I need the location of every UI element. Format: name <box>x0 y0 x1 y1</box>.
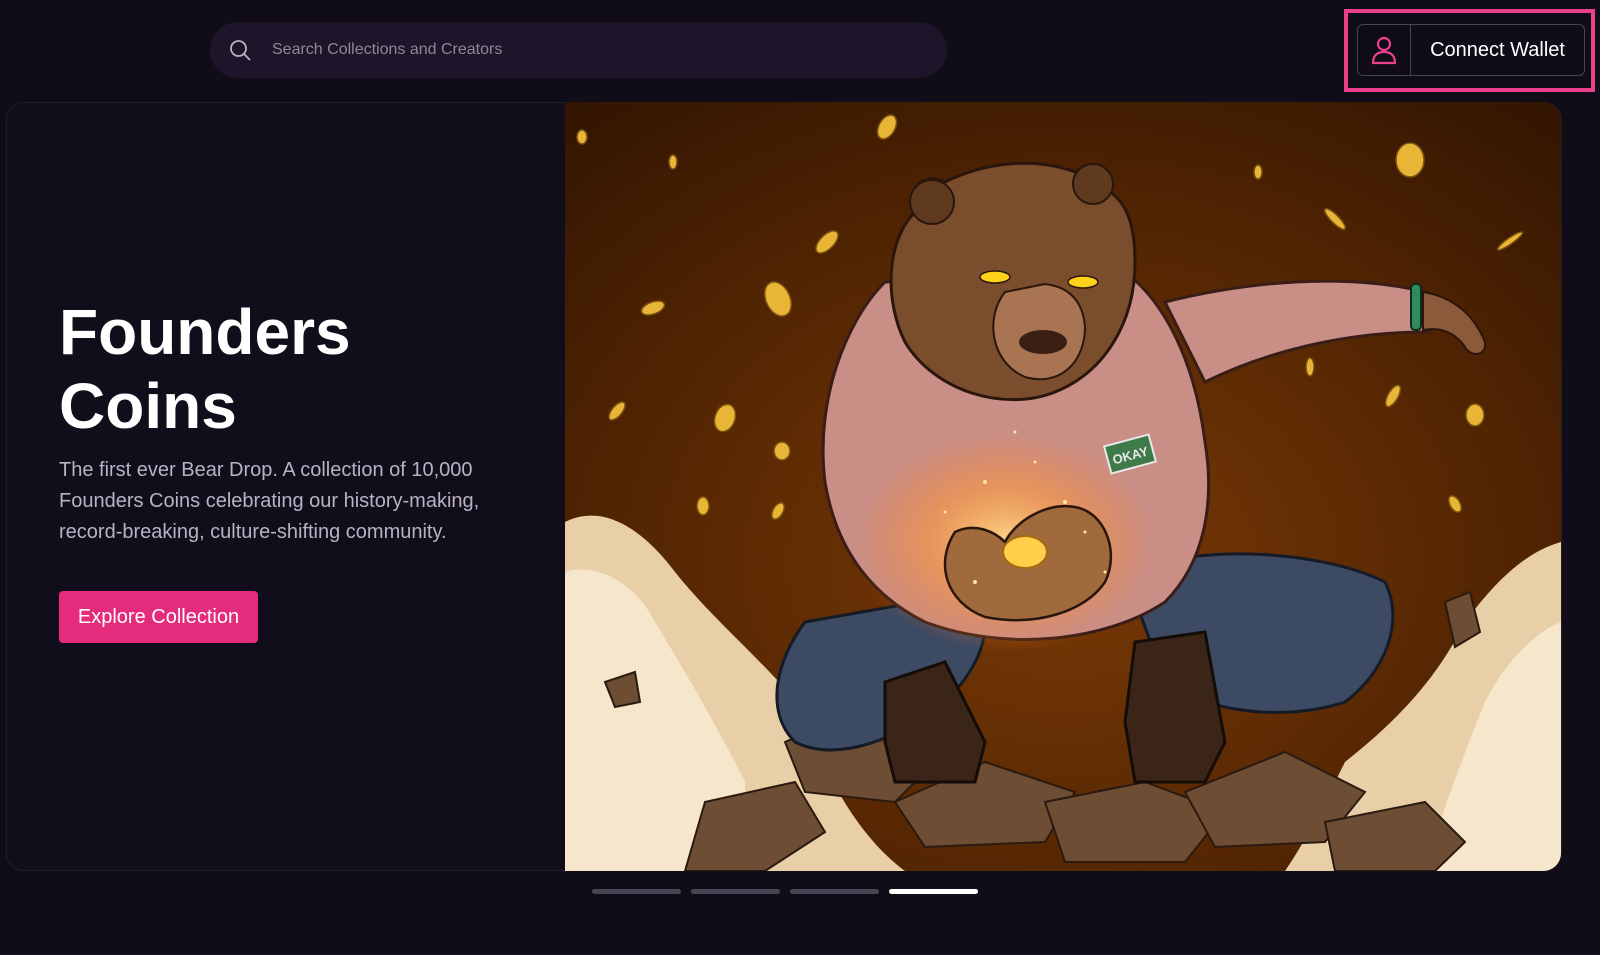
explore-collection-button[interactable]: Explore Collection <box>59 591 258 643</box>
carousel-dot-3[interactable] <box>790 889 879 894</box>
connect-wallet-button[interactable]: Connect Wallet <box>1357 24 1585 76</box>
page: Connect Wallet Founders Coins The first … <box>0 0 1600 955</box>
carousel-dot-4[interactable] <box>889 889 978 894</box>
bear-artwork-image: OKAY <box>565 102 1561 871</box>
connect-wallet-label: Connect Wallet <box>1430 38 1565 61</box>
user-icon <box>1358 25 1411 75</box>
hero-artwork[interactable]: OKAY <box>565 102 1561 871</box>
search-input[interactable] <box>270 40 874 60</box>
carousel-indicators <box>592 889 978 894</box>
hero-title: Founders Coins <box>59 296 351 442</box>
carousel-dot-1[interactable] <box>592 889 681 894</box>
search-icon <box>228 38 252 62</box>
search-bar[interactable] <box>210 22 947 78</box>
hero-description: The first ever Bear Drop. A collection o… <box>59 459 480 543</box>
carousel-dot-2[interactable] <box>691 889 780 894</box>
